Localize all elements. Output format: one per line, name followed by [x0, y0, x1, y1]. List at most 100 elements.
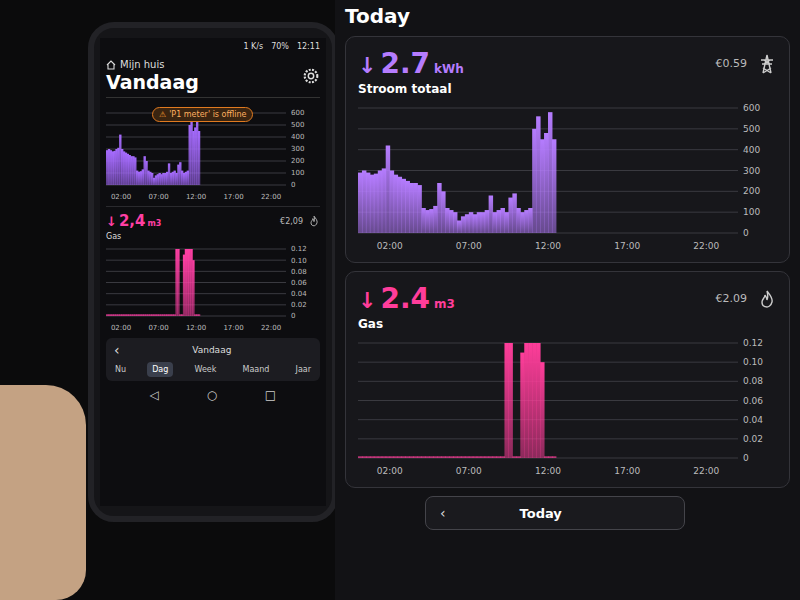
x-tick: 12:00	[535, 241, 561, 251]
status-bar: 1 K/s 70% 12:11	[106, 42, 320, 54]
grid-line	[106, 293, 286, 294]
warning-icon: ⚠	[159, 110, 166, 119]
y-tick: 0.08	[743, 376, 763, 386]
chart-bar	[532, 343, 536, 458]
period-tab[interactable]: Nu	[110, 362, 131, 377]
chart-bar	[390, 457, 394, 459]
chart-bar	[433, 457, 437, 459]
chart-bar	[417, 457, 421, 459]
y-tick: 0.10	[743, 357, 763, 367]
chart-bar	[417, 185, 421, 233]
phone: 1 K/s 70% 12:11 Mijn huis Vandaag 600500…	[88, 22, 338, 522]
gas-card: ↓2.4m3 €2.09 Gas 0.120.100.080.060.040.0…	[345, 271, 790, 488]
period-tab[interactable]: Week	[189, 362, 221, 377]
chart-bar	[445, 208, 449, 233]
usage-reading: ↓2.4m3	[358, 282, 455, 315]
y-tick: 400	[743, 145, 760, 155]
home-link[interactable]: Mijn huis	[106, 59, 199, 70]
gear-icon[interactable]	[302, 67, 320, 85]
phone-header: Mijn huis Vandaag	[106, 59, 320, 98]
grid-line	[358, 419, 738, 420]
period-tab[interactable]: Dag	[147, 362, 173, 377]
grid-line	[106, 282, 286, 283]
chart-bar	[540, 362, 544, 458]
flame-icon	[308, 215, 320, 227]
chart-bar	[477, 212, 481, 233]
x-tick: 07:00	[148, 324, 168, 332]
hand	[0, 385, 86, 600]
x-tick: 22:00	[693, 466, 719, 476]
period-tab[interactable]: Jaar	[291, 362, 316, 377]
chart-bar	[501, 457, 505, 459]
gas-reading: ↓2,4m3	[106, 212, 161, 230]
chart-bar	[473, 214, 477, 233]
chart-bar	[441, 191, 445, 233]
x-tick: 17:00	[223, 193, 243, 201]
chart-bar	[461, 457, 465, 459]
x-tick: 22:00	[261, 193, 281, 201]
y-tick: 600	[291, 109, 304, 117]
usage-chart: 600500400300200100002:0007:0012:0017:002…	[358, 102, 778, 252]
chart-bar	[489, 196, 493, 234]
x-tick: 12:00	[186, 324, 206, 332]
chart-bar	[378, 171, 382, 234]
chart-bar	[358, 457, 362, 459]
back-button[interactable]: ‹	[436, 505, 450, 521]
grid-line	[358, 438, 738, 439]
grid-line	[358, 400, 738, 401]
chart-bar	[362, 457, 366, 459]
grid-line	[358, 458, 738, 459]
nav-button[interactable]: □	[265, 388, 276, 402]
nav-button[interactable]: ○	[207, 388, 217, 402]
chart-bar	[497, 210, 501, 233]
card-title: Stroom totaal	[358, 82, 777, 96]
chart-bar	[358, 173, 362, 233]
y-tick: 500	[743, 124, 760, 134]
chart-bar	[374, 457, 378, 459]
nav-button[interactable]: ◁	[150, 388, 159, 402]
chart-bar	[528, 208, 532, 233]
chart-bar	[481, 457, 485, 459]
chart-bar	[528, 343, 532, 458]
chart-bar	[429, 457, 433, 459]
chart-bar	[409, 457, 413, 459]
chart-bar	[398, 457, 402, 459]
chart-bar	[493, 457, 497, 459]
network-speed: 1 K/s	[243, 42, 263, 54]
y-tick: 400	[291, 133, 304, 141]
y-tick: 0.10	[291, 257, 307, 265]
period-tab[interactable]: Maand	[238, 362, 275, 377]
y-tick: 0.08	[291, 268, 307, 276]
chart-bar	[516, 457, 520, 459]
chart-bar	[540, 139, 544, 233]
chart-bar	[394, 175, 398, 233]
chart-bar	[449, 457, 453, 459]
chart-bar	[402, 179, 406, 233]
usage-chart: 0.120.100.080.060.040.02002:0007:0012:00…	[106, 243, 316, 333]
monitor-screen: Today ↓2.7kWh €0.59 Stroom totaal 600500…	[335, 0, 800, 600]
chart-bar	[481, 212, 485, 233]
grid-line	[358, 381, 738, 382]
chart-bar	[437, 457, 441, 459]
grid-line	[358, 362, 738, 363]
x-tick: 02:00	[377, 466, 403, 476]
y-tick: 0.04	[743, 415, 763, 425]
x-tick: 17:00	[614, 241, 640, 251]
offline-badge: ⚠ 'P1 meter' is offline	[152, 107, 253, 122]
y-tick: 200	[743, 186, 760, 196]
chart-bar	[524, 210, 528, 233]
chart-bar	[536, 116, 540, 233]
back-button[interactable]: ‹	[110, 342, 124, 358]
chart-bar	[465, 457, 469, 459]
chart-bar	[485, 457, 489, 459]
x-tick: 02:00	[377, 241, 403, 251]
chart-bar	[386, 457, 390, 459]
page-title: Vandaag	[106, 71, 199, 93]
y-tick: 0.12	[743, 338, 763, 348]
y-tick: 0	[291, 312, 295, 320]
chart-bar	[378, 457, 382, 459]
x-tick: 07:00	[456, 241, 482, 251]
usage-chart: 0.120.100.080.060.040.02002:0007:0012:00…	[358, 337, 778, 477]
x-tick: 02:00	[111, 324, 131, 332]
cost: €0.59	[716, 57, 748, 70]
